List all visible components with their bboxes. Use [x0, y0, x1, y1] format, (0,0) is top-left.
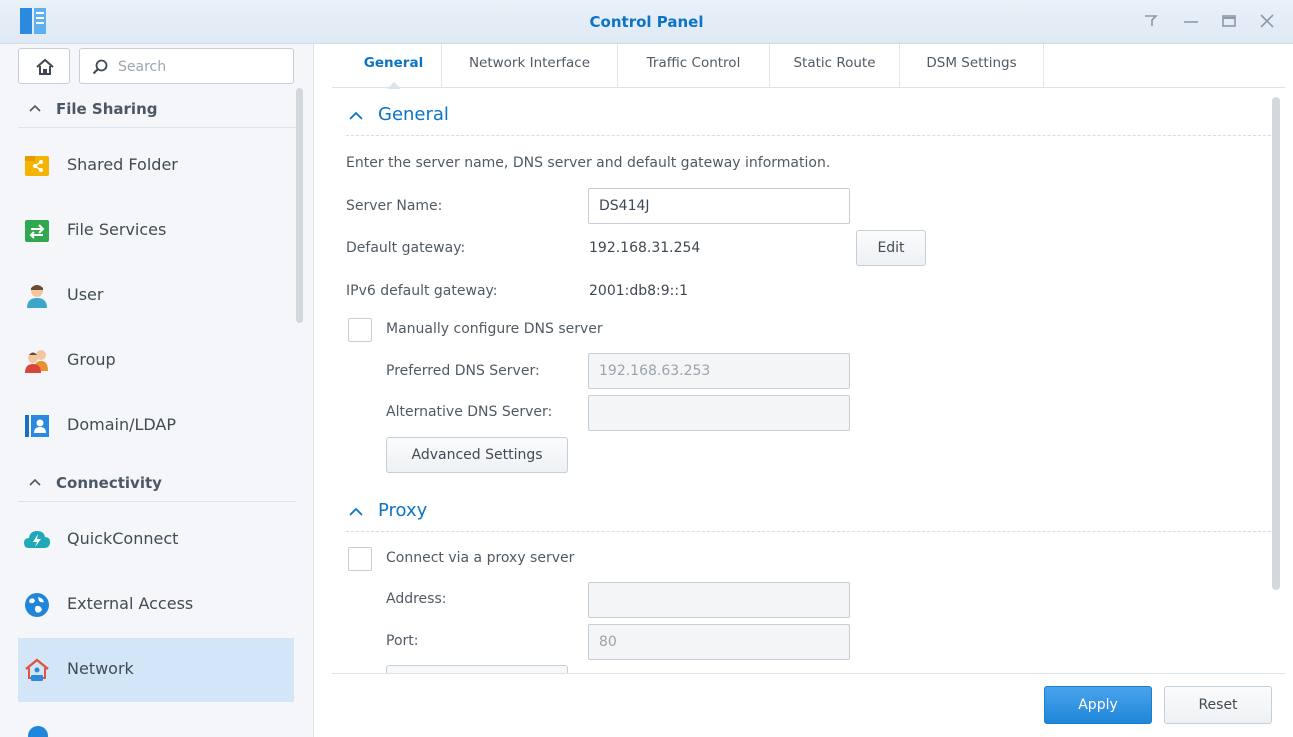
footer-bar: Apply Reset [332, 673, 1285, 737]
proxy-checkbox[interactable] [348, 547, 372, 571]
home-button[interactable] [18, 48, 70, 84]
chevron-up-icon [349, 507, 363, 516]
ipv6-gateway-label: IPv6 default gateway: [346, 283, 498, 299]
search-icon [92, 59, 108, 75]
maximize-icon[interactable] [1218, 10, 1240, 32]
preferred-dns-label: Preferred DNS Server: [386, 363, 540, 379]
tab-general[interactable]: General [346, 44, 442, 89]
alternative-dns-label: Alternative DNS Server: [386, 404, 553, 420]
sidebar-item-quickconnect[interactable]: QuickConnect [18, 508, 294, 572]
group-icon [25, 350, 48, 373]
external-access-icon [25, 593, 49, 617]
chevron-up-icon [29, 104, 41, 112]
apply-button[interactable]: Apply [1044, 686, 1152, 724]
server-name-label: Server Name: [346, 198, 443, 214]
partial-button [386, 665, 568, 673]
sidebar-item-network[interactable]: Network [18, 638, 294, 702]
network-icon [25, 658, 49, 681]
sidebar-item-file-services[interactable]: File Services [18, 199, 294, 263]
general-description: Enter the server name, DNS server and de… [346, 155, 831, 171]
home-icon [36, 58, 54, 75]
tab-static-route[interactable]: Static Route [770, 44, 900, 88]
next-item-partial-icon [28, 726, 48, 737]
chevron-up-icon [29, 478, 41, 486]
section-header-proxy[interactable]: Proxy [346, 492, 1271, 532]
preferred-dns-input[interactable] [588, 353, 850, 389]
sidebar-item-shared-folder[interactable]: Shared Folder [18, 134, 294, 198]
tab-traffic-control[interactable]: Traffic Control [618, 44, 770, 88]
sidebar-item-group[interactable]: Group [18, 329, 294, 393]
tab-bar: General Network Interface Traffic Contro… [332, 44, 1285, 89]
tab-network-interface[interactable]: Network Interface [442, 44, 618, 88]
proxy-address-input[interactable] [588, 582, 850, 618]
shared-folder-icon [25, 156, 49, 176]
sidebar-item-user[interactable]: User [18, 264, 294, 328]
server-name-input[interactable] [588, 188, 850, 224]
manual-dns-label: Manually configure DNS server [386, 321, 603, 337]
sidebar-item-external-access[interactable]: External Access [18, 573, 294, 637]
proxy-port-label: Port: [386, 633, 419, 649]
search-box[interactable] [79, 48, 294, 84]
section-header-general[interactable]: General [346, 96, 1271, 136]
content-panel: General Enter the server name, DNS serve… [332, 88, 1285, 673]
sidebar: File Sharing Shared Folder File Services… [0, 44, 314, 737]
proxy-port-input[interactable] [588, 624, 850, 660]
chevron-up-icon [349, 111, 363, 120]
proxy-address-label: Address: [386, 591, 447, 607]
ipv6-gateway-value: 2001:db8:9::1 [589, 283, 688, 299]
quickconnect-icon [24, 531, 50, 548]
user-icon [27, 285, 47, 308]
close-icon[interactable] [1256, 10, 1278, 32]
minimize-icon[interactable] [1180, 10, 1202, 32]
pin-icon[interactable] [1140, 10, 1162, 32]
default-gateway-label: Default gateway: [346, 240, 466, 256]
file-services-icon [25, 220, 49, 242]
reset-button[interactable]: Reset [1164, 686, 1272, 724]
tab-dsm-settings[interactable]: DSM Settings [900, 44, 1044, 88]
search-input[interactable] [118, 55, 288, 79]
title-bar: Control Panel [0, 0, 1293, 44]
advanced-settings-button[interactable]: Advanced Settings [386, 437, 568, 473]
group-header-file-sharing[interactable]: File Sharing [18, 90, 296, 128]
manual-dns-checkbox[interactable] [348, 318, 372, 342]
sidebar-item-domain-ldap[interactable]: Domain/LDAP [18, 394, 294, 458]
alternative-dns-input[interactable] [588, 395, 850, 431]
group-header-connectivity[interactable]: Connectivity [18, 464, 296, 502]
edit-gateway-button[interactable]: Edit [856, 230, 926, 266]
proxy-connect-label: Connect via a proxy server [386, 550, 575, 566]
content-scrollbar[interactable] [1272, 97, 1280, 590]
sidebar-scrollbar[interactable] [296, 88, 303, 323]
window-title: Control Panel [589, 13, 704, 31]
default-gateway-value: 192.168.31.254 [589, 240, 701, 256]
domain-ldap-icon [25, 415, 49, 437]
